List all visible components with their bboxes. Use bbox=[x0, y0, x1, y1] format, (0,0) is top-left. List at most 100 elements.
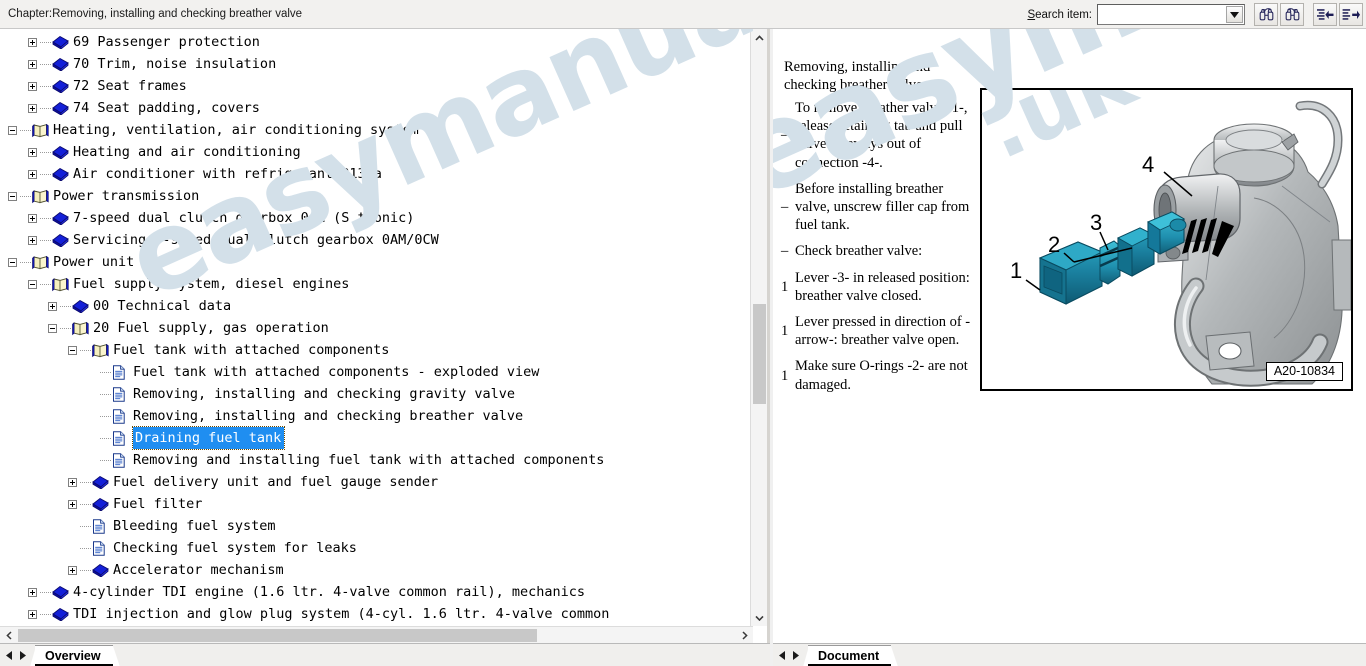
tree-connector-line bbox=[20, 261, 31, 263]
collapse-toggle-icon[interactable] bbox=[8, 125, 17, 135]
tree-connector-line bbox=[40, 151, 51, 153]
scroll-thumb-horizontal[interactable] bbox=[18, 629, 537, 642]
tree-item[interactable]: Fuel supply system, diesel engines bbox=[0, 273, 753, 295]
binoculars-down-icon bbox=[1285, 8, 1299, 21]
collapse-toggle-icon[interactable] bbox=[8, 191, 17, 201]
scroll-thumb-vertical[interactable] bbox=[753, 304, 766, 404]
nav-left-icon bbox=[779, 650, 785, 660]
bullet-text: Lever -3- in released position: breather… bbox=[795, 269, 970, 304]
collapse-toggle-icon[interactable] bbox=[28, 279, 37, 289]
list-arrow-right-icon bbox=[1342, 8, 1360, 20]
expand-toggle-icon[interactable] bbox=[28, 147, 37, 157]
tree-connector-line bbox=[40, 217, 51, 219]
expand-toggle-icon[interactable] bbox=[28, 235, 37, 245]
next-item-button[interactable] bbox=[1339, 3, 1363, 26]
tree-item[interactable]: Fuel tank with attached components bbox=[0, 339, 753, 361]
navigation-tree[interactable]: 69 Passenger protection 70 Trim, noise in… bbox=[0, 31, 753, 625]
collapse-toggle-icon[interactable] bbox=[8, 257, 17, 267]
tree-item[interactable]: 00 Technical data bbox=[0, 295, 753, 317]
chevron-down-icon[interactable] bbox=[1226, 6, 1243, 23]
book-closed-icon bbox=[92, 563, 109, 578]
tab-overview[interactable]: Overview bbox=[30, 644, 120, 666]
tree-item[interactable]: Heating and air conditioning bbox=[0, 141, 753, 163]
document-panel: easymanuals.co.uk Removing, installing a… bbox=[773, 29, 1366, 643]
tree-item[interactable]: 4-cylinder TDI engine (1.6 ltr. 4-valve … bbox=[0, 581, 753, 603]
book-closed-icon bbox=[52, 233, 69, 247]
tree-horizontal-scrollbar[interactable] bbox=[0, 626, 753, 643]
expand-toggle-icon[interactable] bbox=[68, 499, 77, 509]
collapse-toggle-icon[interactable] bbox=[48, 323, 57, 333]
book-closed-icon bbox=[52, 101, 69, 116]
expand-toggle-icon[interactable] bbox=[28, 609, 37, 619]
tree-connector-line bbox=[40, 239, 51, 241]
tree-item[interactable]: Fuel tank with attached components - exp… bbox=[0, 361, 753, 383]
search-input[interactable] bbox=[1100, 6, 1224, 23]
tree-item[interactable]: Removing, installing and checking breath… bbox=[0, 405, 753, 427]
find-previous-button[interactable] bbox=[1254, 3, 1278, 26]
svg-text:.uk: .uk bbox=[982, 90, 1150, 179]
search-combobox[interactable] bbox=[1097, 4, 1245, 25]
tree-item[interactable]: TDI injection and glow plug system (4-cy… bbox=[0, 603, 753, 625]
tree-item[interactable]: 72 Seat frames bbox=[0, 75, 753, 97]
find-next-button[interactable] bbox=[1280, 3, 1304, 26]
tree-item[interactable]: Removing, installing and checking gravit… bbox=[0, 383, 753, 405]
tab-nav-next-left[interactable] bbox=[16, 647, 29, 663]
previous-item-button[interactable] bbox=[1313, 3, 1337, 26]
document-icon bbox=[112, 408, 129, 424]
tree-item[interactable]: Power transmission bbox=[0, 185, 753, 207]
tree-item-label: Fuel delivery unit and fuel gauge sender bbox=[113, 474, 439, 490]
tree-item[interactable]: 74 Seat padding, covers bbox=[0, 97, 753, 119]
book-open-icon bbox=[32, 255, 49, 269]
tree-item[interactable]: Fuel delivery unit and fuel gauge sender bbox=[0, 471, 753, 493]
document-icon bbox=[113, 452, 125, 468]
document-bullet: – To remove breather valve -1-, release r… bbox=[781, 99, 977, 172]
scroll-left-button[interactable] bbox=[0, 627, 17, 643]
tree-item[interactable]: Removing and installing fuel tank with a… bbox=[0, 449, 753, 471]
tab-nav-prev-right[interactable] bbox=[776, 647, 789, 663]
tree-item[interactable]: Power unit bbox=[0, 251, 753, 273]
tab-nav-prev-left[interactable] bbox=[3, 647, 16, 663]
document-icon bbox=[92, 540, 109, 556]
expand-toggle-icon[interactable] bbox=[28, 587, 37, 597]
tree-item[interactable]: Accelerator mechanism bbox=[0, 559, 753, 581]
document-icon bbox=[112, 364, 129, 380]
tree-item[interactable]: Fuel filter bbox=[0, 493, 753, 515]
tree-item[interactable]: Bleeding fuel system bbox=[0, 515, 753, 537]
scroll-up-button[interactable] bbox=[751, 29, 767, 46]
expand-toggle-icon[interactable] bbox=[68, 565, 77, 575]
tree-item[interactable]: 7-speed dual clutch gearbox 0AM (S troni… bbox=[0, 207, 753, 229]
tree-item[interactable]: 69 Passenger protection bbox=[0, 31, 753, 53]
tree-item[interactable]: Checking fuel system for leaks bbox=[0, 537, 753, 559]
tree-connector-line bbox=[40, 107, 51, 109]
book-closed-icon bbox=[92, 475, 109, 490]
collapse-toggle-icon[interactable] bbox=[68, 345, 77, 355]
tab-nav-next-right[interactable] bbox=[789, 647, 802, 663]
tree-item[interactable]: Heating, ventilation, air conditioning s… bbox=[0, 119, 753, 141]
tree-vertical-scrollbar[interactable] bbox=[750, 29, 767, 626]
expand-toggle-icon[interactable] bbox=[28, 213, 37, 223]
tree-item[interactable]: 20 Fuel supply, gas operation bbox=[0, 317, 753, 339]
scroll-down-button[interactable] bbox=[751, 609, 767, 626]
expand-toggle-icon[interactable] bbox=[48, 301, 57, 311]
expand-toggle-icon[interactable] bbox=[28, 81, 37, 91]
tree-item[interactable]: Air conditioner with refrigerant R134a bbox=[0, 163, 753, 185]
tree-connector-line bbox=[80, 547, 91, 549]
expand-toggle-icon[interactable] bbox=[68, 477, 77, 487]
tree-viewport[interactable]: easymanuals.co.uk 69 Passenger protectio… bbox=[0, 29, 753, 626]
tree-item-label: Draining fuel tank bbox=[131, 426, 286, 450]
expand-toggle-icon[interactable] bbox=[28, 59, 37, 69]
right-tab-strip: Document bbox=[773, 643, 1366, 666]
tree-connector-line bbox=[100, 437, 111, 439]
expand-toggle-icon[interactable] bbox=[28, 169, 37, 179]
scroll-right-button[interactable] bbox=[736, 627, 753, 643]
book-open-icon bbox=[32, 189, 49, 204]
tree-item[interactable]: Draining fuel tank bbox=[0, 426, 753, 450]
tree-item[interactable]: Servicing 7-speed dual clutch gearbox 0A… bbox=[0, 229, 753, 251]
expand-toggle-icon[interactable] bbox=[28, 37, 37, 47]
document-bullet-list: – To remove breather valve -1-, release r… bbox=[781, 99, 977, 402]
bullet-marker: – bbox=[781, 199, 789, 216]
expand-toggle-icon[interactable] bbox=[28, 103, 37, 113]
tree-connector-line bbox=[60, 305, 71, 307]
tree-item[interactable]: 70 Trim, noise insulation bbox=[0, 53, 753, 75]
tab-document[interactable]: Document bbox=[802, 644, 899, 666]
